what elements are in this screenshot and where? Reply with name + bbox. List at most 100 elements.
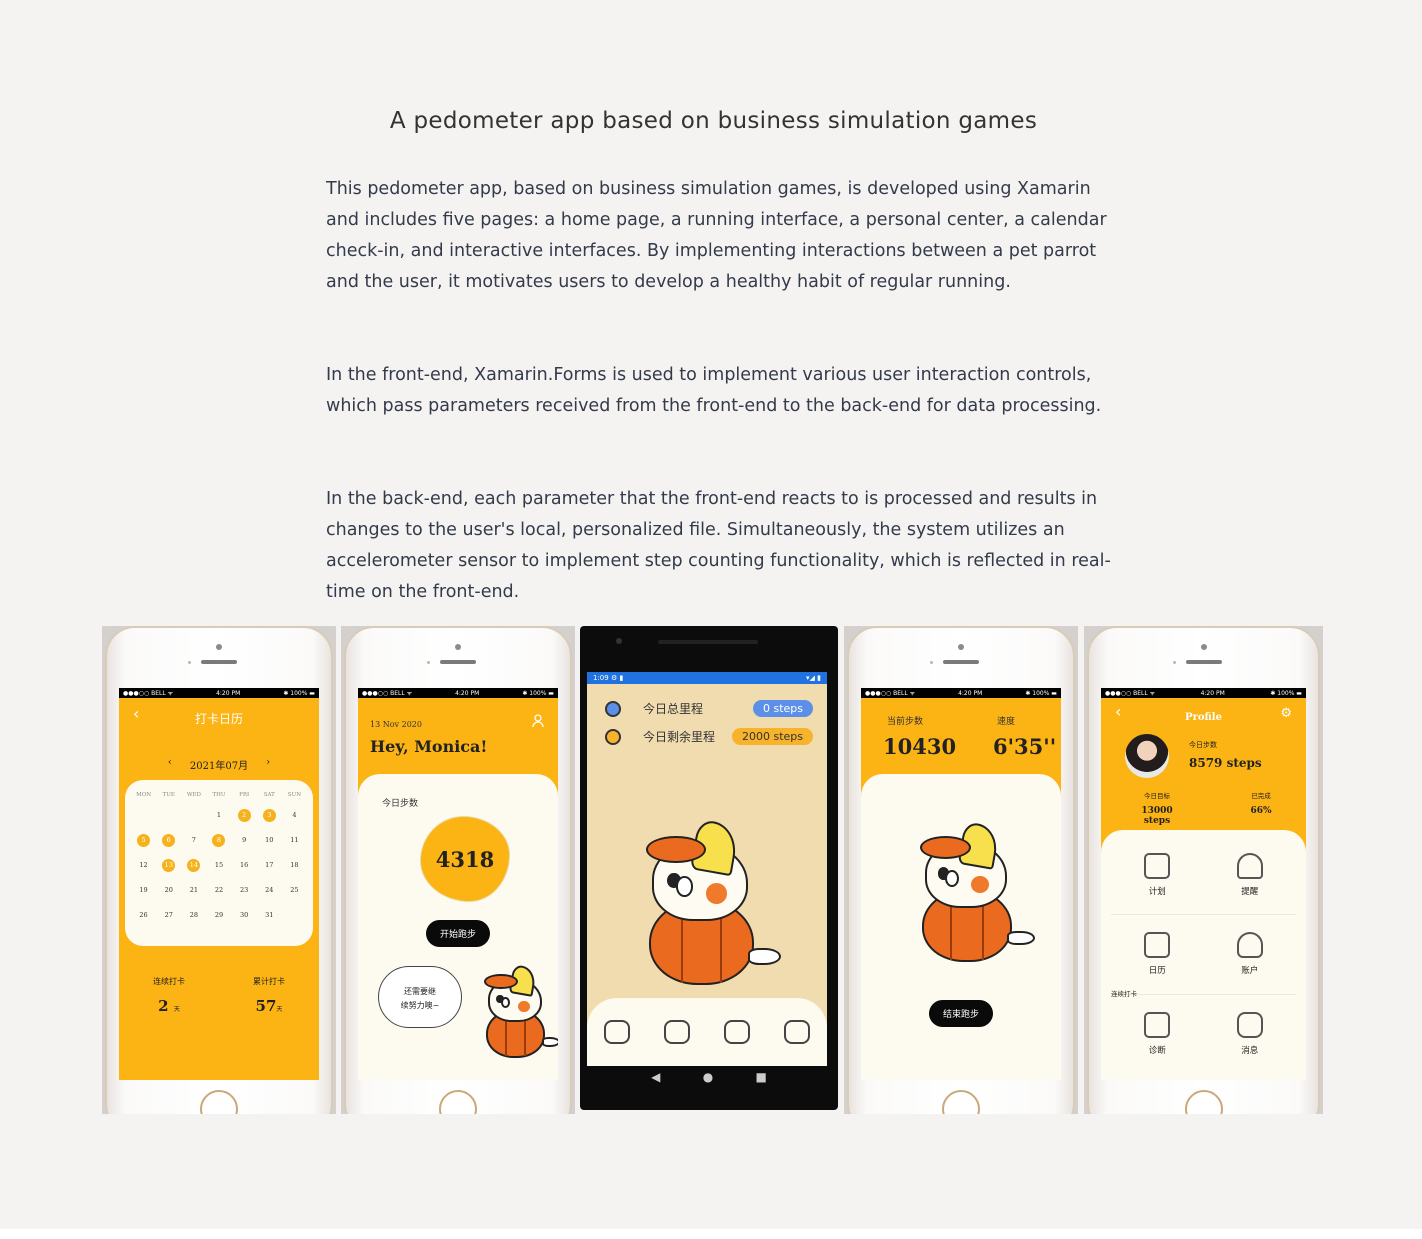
back-chevron-icon[interactable]: ‹ xyxy=(133,704,139,723)
today-steps-label: 今日步数 xyxy=(1189,741,1217,749)
calendar-day[interactable]: 1 xyxy=(206,808,231,823)
home-button[interactable] xyxy=(942,1090,980,1114)
empty-day xyxy=(156,808,181,823)
menu-item-calendar[interactable]: 日历 连续打卡 xyxy=(1111,915,1204,998)
parrot-mascot[interactable] xyxy=(476,964,558,1062)
battery: ✱ 100% ▬ xyxy=(522,689,554,697)
calendar-day[interactable]: 25 xyxy=(282,883,307,898)
interaction-toolbar xyxy=(587,998,827,1066)
user-icon[interactable] xyxy=(532,714,544,728)
message-icon xyxy=(1236,1012,1263,1039)
next-month-icon[interactable]: › xyxy=(266,757,270,772)
sensor-dot xyxy=(1172,661,1176,664)
calendar-day[interactable]: 18 xyxy=(282,858,307,873)
avatar[interactable] xyxy=(1125,734,1169,778)
menu-label: 计划 xyxy=(1148,887,1166,898)
checked-in-day[interactable]: 3 xyxy=(257,808,282,823)
pumpkin-hat xyxy=(646,835,706,863)
checked-in-day[interactable]: 8 xyxy=(206,833,231,848)
home-nav-icon[interactable]: ● xyxy=(703,1070,713,1084)
calendar-day[interactable]: 29 xyxy=(206,908,231,923)
footer-strip xyxy=(0,1229,1422,1239)
remaining-distance-row: 今日剩余里程 2000 steps xyxy=(605,728,813,745)
weekday-header: SAT xyxy=(263,792,275,798)
prev-month-icon[interactable]: ‹ xyxy=(168,757,172,772)
calendar-day[interactable]: 28 xyxy=(181,908,206,923)
checked-in-day[interactable]: 13 xyxy=(156,858,181,873)
phone-home-screen: ●●●○○ BELL ᯤ 4:20 PM ✱ 100% ▬ 13 Nov 202… xyxy=(341,626,575,1114)
speaker xyxy=(1185,660,1222,664)
bubble-line-1: 还需要继 xyxy=(404,987,436,996)
checked-in-day[interactable]: 2 xyxy=(232,808,257,823)
earpiece xyxy=(658,640,758,644)
camera xyxy=(1200,644,1207,650)
food-bowl-icon[interactable] xyxy=(604,1020,630,1044)
calendar-day[interactable]: 26 xyxy=(131,908,156,923)
home-button[interactable] xyxy=(439,1090,477,1114)
battery: ✱ 100% ▬ xyxy=(1025,689,1057,697)
status-bar: ●●●○○ BELL ᯤ 4:20 PM ✱ 100% ▬ xyxy=(861,688,1061,698)
calendar-day[interactable]: 30 xyxy=(232,908,257,923)
calendar-day[interactable]: 9 xyxy=(232,833,257,848)
calendar-day[interactable]: 10 xyxy=(257,833,282,848)
settings-gear-icon[interactable]: ⚙ xyxy=(1280,706,1292,721)
calendar-card: MON TUE WED THU FRI SAT SUN 1 2 3 4 5 6 7 8 9 10 11 12 13 14… xyxy=(125,780,313,946)
home-button[interactable] xyxy=(1184,1090,1223,1114)
calendar-day[interactable]: 22 xyxy=(206,883,231,898)
back-nav-icon[interactable]: ◀ xyxy=(651,1070,660,1084)
clock: 4:20 PM xyxy=(958,689,983,697)
calendar-day[interactable]: 20 xyxy=(156,883,181,898)
calendar-day[interactable]: 17 xyxy=(257,858,282,873)
frontend-paragraph: In the front-end, Xamarin.Forms is used … xyxy=(326,365,1102,416)
android-clock: 1:09 ⚙ ▮ xyxy=(593,674,624,682)
checked-in-day[interactable]: 6 xyxy=(156,833,181,848)
menu-item-account[interactable]: 账户 xyxy=(1203,915,1296,995)
parrot-cheek xyxy=(518,1000,530,1013)
checked-in-day[interactable]: 5 xyxy=(131,833,156,848)
chat-icon[interactable] xyxy=(784,1020,810,1044)
calendar-day[interactable]: 4 xyxy=(282,808,307,823)
remaining-distance-icon xyxy=(605,728,621,745)
calendar-day[interactable]: 24 xyxy=(257,883,282,898)
checked-in-day[interactable]: 14 xyxy=(181,858,206,873)
calendar-day[interactable]: 27 xyxy=(156,908,181,923)
recents-nav-icon[interactable]: ■ xyxy=(756,1070,767,1084)
start-running-button[interactable]: 开始跑步 xyxy=(425,920,491,947)
footprints-icon[interactable] xyxy=(724,1020,750,1044)
calendar-day[interactable]: 19 xyxy=(131,883,156,898)
menu-label: 诊断 xyxy=(1148,1046,1166,1057)
weekday-header: WED xyxy=(186,792,201,798)
menu-item-plan[interactable]: 计划 xyxy=(1111,836,1204,916)
calendar-day[interactable]: 31 xyxy=(257,908,282,923)
menu-item-diagnosis[interactable]: 诊断 xyxy=(1111,995,1204,1074)
menu-item-reminder[interactable]: 提醒 xyxy=(1203,836,1296,916)
camera xyxy=(455,644,461,650)
total-distance-chip: 0 steps xyxy=(752,700,813,717)
headphones-icon[interactable] xyxy=(664,1020,690,1044)
calendar-day[interactable]: 15 xyxy=(206,858,231,873)
calendar-day[interactable]: 21 xyxy=(181,883,206,898)
home-button[interactable] xyxy=(200,1090,238,1114)
parrot-mascot[interactable] xyxy=(631,818,781,992)
parrot-tail xyxy=(541,1037,558,1047)
calendar-day[interactable]: 11 xyxy=(282,833,307,848)
calendar-day[interactable]: 16 xyxy=(232,858,257,873)
streak-stat: 连续打卡 2 天 xyxy=(153,976,185,1015)
total-stat: 累计打卡 57天 xyxy=(253,976,285,1015)
step-count: 4318 xyxy=(435,846,495,872)
sensor-dot xyxy=(930,661,933,664)
end-running-button[interactable]: 结束跑步 xyxy=(928,1000,994,1027)
menu-item-message[interactable]: 消息 xyxy=(1204,995,1297,1074)
parrot-mascot[interactable] xyxy=(907,821,1035,968)
calendar-day[interactable]: 7 xyxy=(181,833,206,848)
speed-label: 速度 xyxy=(997,717,1016,727)
back-chevron-icon[interactable]: ‹ xyxy=(1115,702,1121,721)
android-nav-bar: ◀ ● ■ xyxy=(580,1070,838,1084)
pumpkin-hat xyxy=(484,973,518,990)
menu-label: 账户 xyxy=(1241,966,1259,977)
home-card: 今日步数 4318 开始跑步 还需要继 续努力噢~ xyxy=(358,774,558,1080)
calendar-day[interactable]: 23 xyxy=(232,883,257,898)
diagnosis-icon xyxy=(1144,1012,1171,1039)
menu-label: 消息 xyxy=(1241,1046,1259,1057)
calendar-day[interactable]: 12 xyxy=(131,858,156,873)
